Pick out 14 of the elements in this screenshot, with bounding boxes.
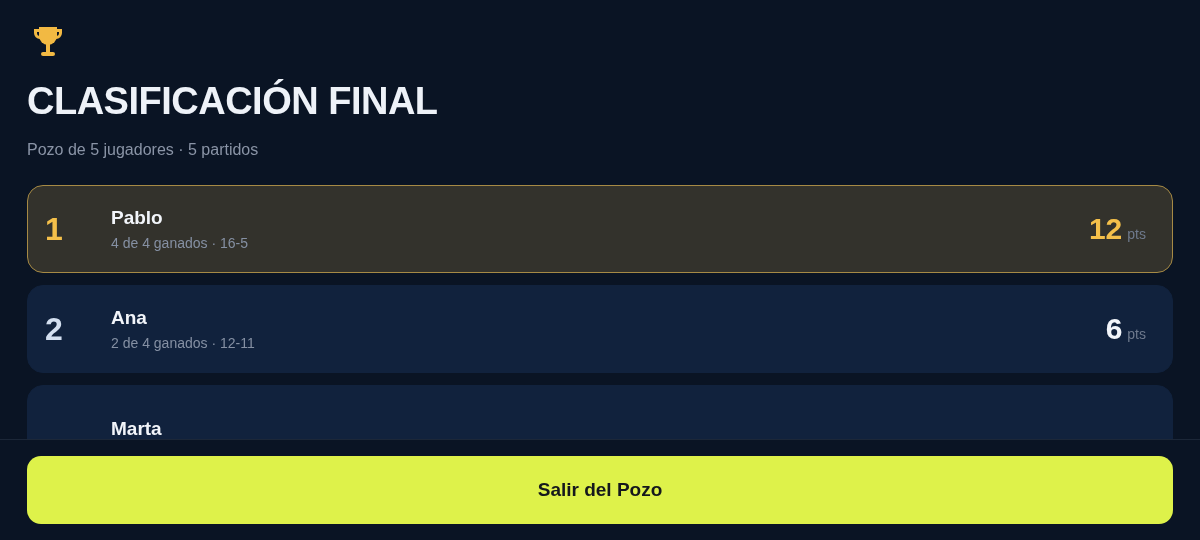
exit-button[interactable]: Salir del Pozo [27,456,1173,524]
rank-number: 2 [45,310,64,348]
rank-number: 1 [45,210,64,248]
page-title: CLASIFICACIÓN FINAL [27,80,438,123]
page-subtitle: Pozo de 5 jugadores · 5 partidos [27,141,259,159]
points-value: 12 [1088,212,1123,246]
points-unit: pts [1127,326,1146,342]
player-record: 4 de 4 ganados · 16-5 [111,235,248,251]
player-name: Marta [111,418,162,440]
player-name: Ana [111,307,147,329]
points-value: 6 [1105,312,1123,346]
player-name: Pablo [111,207,163,229]
points-unit: pts [1127,226,1146,242]
player-record: 2 de 4 ganados · 12-11 [111,335,255,351]
